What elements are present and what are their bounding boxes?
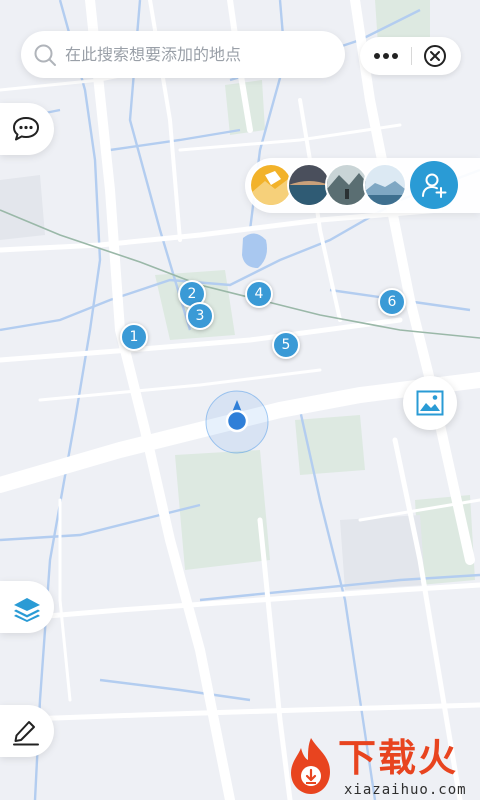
add-person-icon bbox=[422, 173, 447, 198]
image-icon bbox=[416, 390, 444, 416]
close-circle-icon bbox=[424, 45, 446, 67]
search-icon bbox=[34, 44, 56, 66]
close-button[interactable] bbox=[412, 37, 461, 75]
watermark-domain: xiazaihuo.com bbox=[344, 782, 467, 798]
photo-thumbnail bbox=[251, 165, 291, 205]
pencil-icon bbox=[13, 721, 39, 746]
edit-button[interactable] bbox=[0, 705, 54, 757]
flame-logo bbox=[291, 738, 330, 794]
layers-button[interactable] bbox=[0, 581, 54, 633]
lake bbox=[242, 233, 267, 268]
photo-thumbnail bbox=[327, 165, 367, 205]
layers-icon bbox=[14, 598, 40, 622]
chat-bubble-icon bbox=[13, 117, 39, 141]
map-marker[interactable]: 3 bbox=[186, 302, 214, 330]
more-dots-icon bbox=[374, 53, 398, 59]
map-marker[interactable]: 4 bbox=[245, 280, 273, 308]
album-bar bbox=[245, 158, 480, 213]
more-button[interactable] bbox=[360, 37, 410, 75]
album-photo[interactable] bbox=[363, 163, 407, 207]
map-marker[interactable]: 6 bbox=[378, 288, 406, 316]
photo-button[interactable] bbox=[403, 376, 457, 430]
watermark-title: 下载火 bbox=[338, 736, 459, 780]
search-bar[interactable]: 在此搜索想要添加的地点 bbox=[21, 31, 345, 78]
map-marker[interactable]: 1 bbox=[120, 323, 148, 351]
photo-thumbnail bbox=[289, 165, 329, 205]
watermark: 下载火 xiazaihuo.com bbox=[282, 732, 480, 800]
current-location-indicator bbox=[205, 390, 269, 454]
map-screen: 在此搜索想要添加的地点 1 2 3 4 5 6 下载火 xiazaihuo.co… bbox=[0, 0, 480, 800]
add-member-button[interactable] bbox=[410, 161, 458, 209]
search-input[interactable]: 在此搜索想要添加的地点 bbox=[65, 31, 241, 78]
mini-program-capsule bbox=[360, 37, 461, 75]
photo-thumbnail bbox=[365, 165, 405, 205]
map-marker[interactable]: 5 bbox=[272, 331, 300, 359]
chat-button[interactable] bbox=[0, 103, 54, 155]
